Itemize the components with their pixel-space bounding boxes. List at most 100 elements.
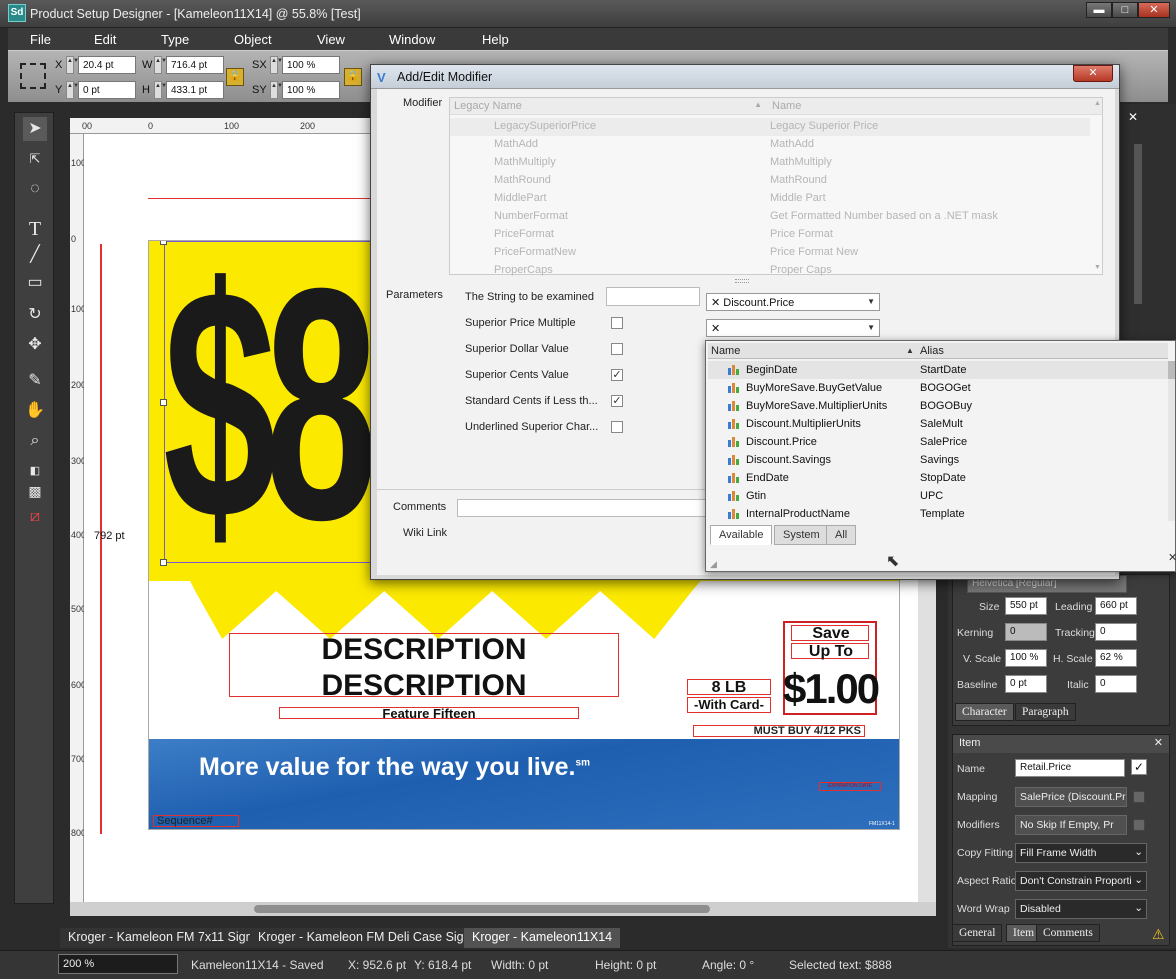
tab-paragraph[interactable]: Paragraph: [1015, 703, 1076, 721]
tab-comments[interactable]: Comments: [1036, 924, 1100, 942]
col-legacy-name[interactable]: Legacy Name ▲: [450, 98, 768, 115]
modifiers-button[interactable]: [1133, 819, 1145, 831]
picker-row[interactable]: BuyMoreSave.BuyGetValue BOGOGet: [708, 379, 1168, 397]
lock-icon[interactable]: 🔒: [226, 68, 244, 86]
italic-field[interactable]: 0: [1095, 675, 1137, 693]
warning-icon[interactable]: ⚠: [1152, 926, 1165, 943]
table-scroll-up-icon[interactable]: ▲: [1094, 100, 1101, 107]
table-row[interactable]: MathMultiply MathMultiply: [450, 154, 1090, 172]
menu-window[interactable]: Window: [389, 32, 435, 47]
picker-row[interactable]: Discount.Savings Savings: [708, 451, 1168, 469]
picker-row[interactable]: InternalProductName Template: [708, 505, 1168, 523]
table-row[interactable]: LegacySuperiorPrice Legacy Superior Price: [450, 118, 1090, 136]
table-row[interactable]: NumberFormat Get Formatted Number based o…: [450, 208, 1090, 226]
hscale-field[interactable]: 62 %: [1095, 649, 1137, 667]
picker-row[interactable]: Discount.Price SalePrice: [708, 433, 1168, 451]
mapping-field[interactable]: SalePrice (Discount.Pr: [1015, 787, 1127, 807]
sx-field[interactable]: 100 %: [282, 56, 340, 74]
sy-field[interactable]: 100 %: [282, 81, 340, 99]
scroll-thumb[interactable]: [254, 905, 710, 913]
y-spinner[interactable]: ▲▼: [66, 81, 79, 99]
x-spinner[interactable]: ▲▼: [66, 56, 79, 74]
doc-tab-kameleon11x14[interactable]: Kroger - Kameleon11X14: [464, 928, 621, 948]
kerning-field[interactable]: 0: [1005, 623, 1047, 641]
param-dollar-checkbox[interactable]: [611, 343, 623, 355]
rotate-tool-icon[interactable]: ↻: [23, 303, 47, 327]
mapping-button[interactable]: [1133, 791, 1145, 803]
maximize-button[interactable]: □: [1112, 2, 1138, 18]
h-field[interactable]: 433.1 pt: [166, 81, 224, 99]
splitter-grip-icon[interactable]: [735, 279, 749, 283]
scale-lock-icon[interactable]: 🔒: [344, 68, 362, 86]
picker-tab-available[interactable]: Available: [710, 525, 773, 545]
string-source-combo[interactable]: ✕ Discount.Price ▼: [706, 293, 880, 311]
dialog-title-bar[interactable]: V Add/Edit Modifier ✕: [371, 65, 1119, 89]
picker-col-name[interactable]: Name: [711, 345, 740, 357]
col-name[interactable]: Name: [768, 98, 1102, 115]
tab-general[interactable]: General: [952, 924, 1003, 942]
move-tool-icon[interactable]: ✥: [23, 333, 47, 357]
selected-frame[interactable]: [164, 241, 376, 563]
selection-handle[interactable]: [160, 399, 167, 406]
panel-close-icon[interactable]: ✕: [1128, 110, 1138, 124]
selection-handle[interactable]: [160, 241, 167, 245]
multiple-source-combo[interactable]: ✕ ▼: [706, 319, 880, 337]
type-tool-icon[interactable]: T: [23, 217, 47, 241]
picker-row[interactable]: BuyMoreSave.MultiplierUnits BOGOBuy: [708, 397, 1168, 415]
dialog-close-button[interactable]: ✕: [1073, 65, 1113, 82]
modifiers-field[interactable]: No Skip If Empty, Pr: [1015, 815, 1127, 835]
clear-icon[interactable]: ✕: [711, 297, 723, 309]
picker-col-alias[interactable]: Alias: [920, 345, 944, 357]
rectangle-tool-icon[interactable]: ▭: [23, 271, 47, 295]
param-standard-cents-checkbox[interactable]: ✓: [611, 395, 623, 407]
minimize-button[interactable]: ▬: [1086, 2, 1112, 18]
table-row[interactable]: MathRound MathRound: [450, 172, 1090, 190]
vscale-field[interactable]: 100 %: [1005, 649, 1047, 667]
picker-row[interactable]: Discount.MultiplierUnits SaleMult: [708, 415, 1168, 433]
menu-help[interactable]: Help: [482, 32, 509, 47]
selection-handle[interactable]: [160, 559, 167, 566]
modifier-table[interactable]: Legacy Name ▲ Name LegacySuperiorPrice Leg…: [449, 97, 1103, 276]
swap-colors-icon[interactable]: ▩: [23, 479, 47, 503]
picker-tab-system[interactable]: System: [774, 525, 829, 545]
sy-spinner[interactable]: ▲▼: [270, 81, 283, 99]
table-row[interactable]: PriceFormatNew Price Format New: [450, 244, 1090, 262]
tab-character[interactable]: Character: [955, 703, 1014, 721]
close-window-button[interactable]: ✕: [1138, 2, 1170, 18]
menu-object[interactable]: Object: [234, 32, 272, 47]
picker-row[interactable]: EndDate StopDate: [708, 469, 1168, 487]
clear-icon[interactable]: ✕: [711, 323, 720, 335]
panel-scrollbar[interactable]: [1134, 144, 1142, 304]
picker-row[interactable]: Gtin UPC: [708, 487, 1168, 505]
comments-input[interactable]: [457, 499, 715, 517]
lasso-icon[interactable]: ◌: [23, 177, 47, 201]
none-color-icon[interactable]: ⧄: [23, 505, 47, 529]
table-row[interactable]: MiddlePart Middle Part: [450, 190, 1090, 208]
select-arrow-icon[interactable]: ➤: [23, 117, 47, 141]
resize-grip-icon[interactable]: ◢: [710, 559, 717, 570]
menu-view[interactable]: View: [317, 32, 345, 47]
leading-field[interactable]: 660 pt: [1095, 597, 1137, 615]
table-scroll-down-icon[interactable]: ▼: [1094, 264, 1101, 271]
sx-spinner[interactable]: ▲▼: [270, 56, 283, 74]
x-field[interactable]: 20.4 pt: [78, 56, 136, 74]
zoom-tool-icon[interactable]: ⌕: [23, 429, 47, 453]
table-row[interactable]: MathAdd MathAdd: [450, 136, 1090, 154]
h-spinner[interactable]: ▲▼: [154, 81, 167, 99]
line-tool-icon[interactable]: ╱: [23, 243, 47, 267]
name-checkbox[interactable]: ✓: [1131, 759, 1147, 775]
expiration-date-text[interactable]: EXPIRATION DATE: [819, 782, 881, 791]
font-size-field[interactable]: 550 pt: [1005, 597, 1047, 615]
table-row[interactable]: PriceFormat Price Format: [450, 226, 1090, 244]
w-spinner[interactable]: ▲▼: [154, 56, 167, 74]
aspect-ratio-select[interactable]: Don't Constrain Proporti ⌄: [1015, 871, 1147, 891]
hand-tool-icon[interactable]: ✋: [23, 399, 47, 423]
picker-row[interactable]: BeginDate StartDate: [708, 361, 1168, 379]
item-close-icon[interactable]: ✕: [1154, 736, 1163, 749]
baseline-field[interactable]: 0 pt: [1005, 675, 1047, 693]
picker-close-icon[interactable]: ✕: [1168, 551, 1176, 564]
canvas-horizontal-scrollbar[interactable]: [70, 902, 936, 916]
y-field[interactable]: 0 pt: [78, 81, 136, 99]
menu-edit[interactable]: Edit: [94, 32, 116, 47]
menu-type[interactable]: Type: [161, 32, 189, 47]
